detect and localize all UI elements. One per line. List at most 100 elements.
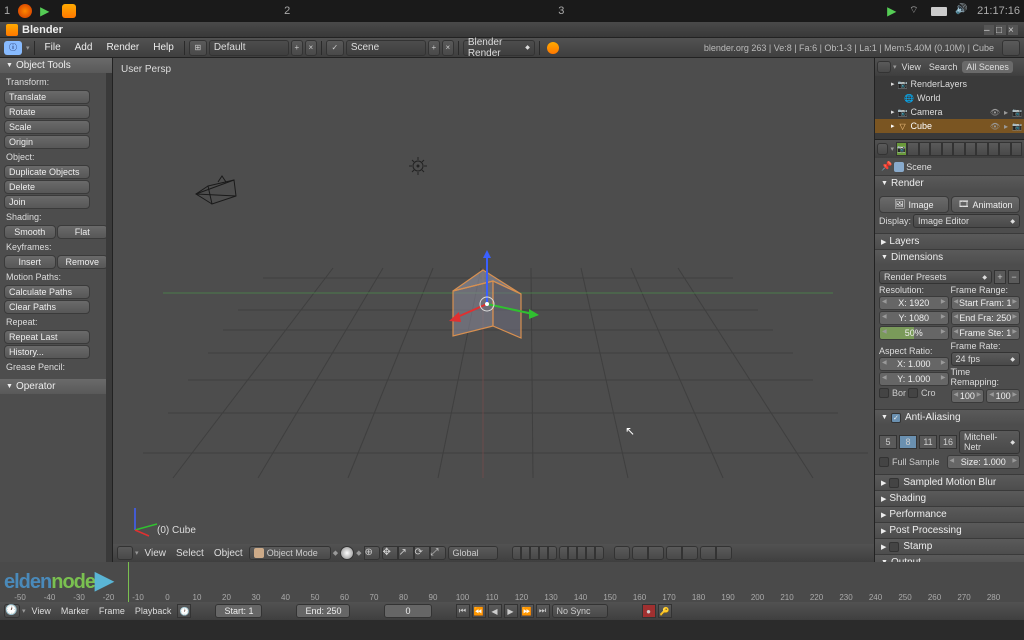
panel-header-object-tools[interactable]: Object Tools	[0, 58, 112, 73]
snap-buttons[interactable]	[632, 546, 664, 560]
render-preview-buttons[interactable]	[700, 546, 732, 560]
keyframe-prev-icon[interactable]: ⏪	[472, 604, 486, 618]
section-layers[interactable]: Layers	[875, 234, 1024, 249]
insert-keyframe-button[interactable]: Insert	[4, 255, 56, 269]
keyframe-next-icon[interactable]: ⏩	[520, 604, 534, 618]
wifi-icon[interactable]: ⌔	[909, 4, 923, 18]
manipulator-toggle[interactable]: ✥↗⟳⤢	[382, 546, 446, 560]
tab-world[interactable]	[919, 142, 930, 156]
remove-scene-button[interactable]: ×	[442, 40, 454, 56]
use-preview-range-icon[interactable]: 🕐	[177, 604, 191, 618]
origin-button[interactable]: Origin	[4, 135, 90, 149]
scrollbar[interactable]	[106, 73, 112, 562]
section-performance[interactable]: Performance	[875, 507, 1024, 522]
tab-texture[interactable]	[988, 142, 999, 156]
menu-select[interactable]: Select	[172, 548, 208, 559]
maximize-button[interactable]: □	[996, 25, 1006, 35]
resolution-y[interactable]: Y: 1080	[879, 311, 949, 325]
mode-dropdown[interactable]: Object Mode	[249, 546, 331, 560]
outliner-row-camera[interactable]: ▸📷Camera👁▸📷	[875, 105, 1024, 119]
section-aa[interactable]: ✓Anti-Aliasing	[875, 410, 1024, 425]
workspace-2[interactable]: 2	[284, 5, 290, 17]
shading-mode-icon[interactable]	[340, 546, 354, 560]
restrict-view-icon[interactable]: 👁	[990, 121, 1000, 131]
remove-keyframe-button[interactable]: Remove	[57, 255, 109, 269]
aspect-x[interactable]: X: 1.000	[879, 357, 949, 371]
add-scene-button[interactable]: +	[428, 40, 440, 56]
play-reverse-icon[interactable]: ◀	[488, 604, 502, 618]
editor-type-icon[interactable]	[117, 546, 133, 560]
section-shading[interactable]: Shading	[875, 491, 1024, 506]
outliner-row-renderlayers[interactable]: ▸📷RenderLayers	[875, 77, 1024, 91]
calculate-paths-button[interactable]: Calculate Paths	[4, 285, 90, 299]
battery-icon[interactable]	[931, 7, 947, 16]
frame-start-input[interactable]: Start: 1	[215, 604, 262, 618]
editor-type-icon[interactable]	[877, 143, 888, 155]
aa-11[interactable]: 11	[919, 435, 937, 449]
tab-modifiers[interactable]	[953, 142, 964, 156]
keying-set-icon[interactable]: 🔑	[658, 604, 672, 618]
preferences-icon[interactable]	[1002, 40, 1020, 56]
section-smb[interactable]: Sampled Motion Blur	[875, 475, 1024, 490]
section-render[interactable]: Render	[875, 176, 1024, 191]
restrict-render-icon[interactable]: 📷	[1012, 107, 1022, 117]
duplicate-button[interactable]: Duplicate Objects	[4, 165, 90, 179]
pivot-dropdown[interactable]: ⊕	[364, 546, 380, 560]
workspace-1[interactable]: 1	[4, 5, 10, 17]
workspace-3[interactable]: 3	[558, 5, 564, 17]
proportional-buttons[interactable]	[666, 546, 698, 560]
jump-end-icon[interactable]: ⏭	[536, 604, 550, 618]
border-checkbox[interactable]: Bor	[879, 388, 906, 398]
tab-scene[interactable]	[907, 142, 918, 156]
timeline-menu-view[interactable]: View	[28, 606, 55, 616]
current-frame-input[interactable]: 0	[384, 604, 431, 618]
tab-particles[interactable]	[999, 142, 1010, 156]
outliner-display-mode[interactable]: All Scenes	[962, 61, 1013, 73]
restrict-select-icon[interactable]: ▸	[1001, 107, 1011, 117]
remove-preset-button[interactable]: −	[1008, 270, 1020, 284]
minimize-button[interactable]: –	[984, 25, 994, 35]
menu-view[interactable]: View	[141, 548, 171, 559]
section-dimensions[interactable]: Dimensions	[875, 250, 1024, 265]
render-engine-dropdown[interactable]: Blender Render◆	[463, 40, 535, 56]
join-button[interactable]: Join	[4, 195, 90, 209]
orientation-dropdown[interactable]: Global	[448, 546, 498, 560]
menu-object[interactable]: Object	[210, 548, 247, 559]
tab-data[interactable]	[965, 142, 976, 156]
play-icon[interactable]: ▶	[887, 4, 901, 18]
close-button[interactable]: ×	[1008, 25, 1018, 35]
add-preset-button[interactable]: +	[994, 270, 1006, 284]
remap-old[interactable]: 100	[951, 389, 985, 403]
menu-file[interactable]: File	[39, 40, 67, 55]
clear-paths-button[interactable]: Clear Paths	[4, 300, 90, 314]
play-icon[interactable]: ▶	[504, 604, 518, 618]
smooth-button[interactable]: Smooth	[4, 225, 56, 239]
frame-step[interactable]: Frame Ste: 1	[951, 326, 1021, 340]
tab-object[interactable]	[930, 142, 941, 156]
section-output[interactable]: Output	[875, 555, 1024, 562]
scale-button[interactable]: Scale	[4, 120, 90, 134]
restrict-select-icon[interactable]: ▸	[1001, 121, 1011, 131]
editor-type-icon[interactable]: ⓘ	[4, 41, 22, 55]
menu-add[interactable]: Add	[69, 40, 99, 55]
viewport-canvas[interactable]	[113, 58, 874, 562]
editor-type-icon[interactable]	[877, 61, 891, 73]
outliner-row-world[interactable]: 🌐World	[875, 91, 1024, 105]
timeline-menu-playback[interactable]: Playback	[131, 606, 176, 616]
layer-buttons-2[interactable]	[559, 546, 604, 560]
rotate-button[interactable]: Rotate	[4, 105, 90, 119]
aa-16[interactable]: 16	[939, 435, 957, 449]
delete-button[interactable]: Delete	[4, 180, 90, 194]
aa-filter-dropdown[interactable]: Mitchell-Netr◆	[959, 430, 1020, 454]
restrict-view-icon[interactable]: 👁	[990, 107, 1000, 117]
repeat-last-button[interactable]: Repeat Last	[4, 330, 90, 344]
layer-buttons[interactable]	[512, 546, 557, 560]
frame-end[interactable]: End Fra: 250	[951, 311, 1021, 325]
render-animation-button[interactable]: 🎞Animation	[951, 196, 1021, 213]
menu-render[interactable]: Render	[100, 40, 145, 55]
frame-start[interactable]: Start Fram: 1	[951, 296, 1021, 310]
timeline-menu-marker[interactable]: Marker	[57, 606, 93, 616]
lock-camera-icon[interactable]	[614, 546, 630, 560]
timeline-ruler[interactable]: eldennode▶ -50-40-30-20-1001020304050607…	[0, 562, 1024, 602]
remove-layout-button[interactable]: ×	[305, 40, 317, 56]
